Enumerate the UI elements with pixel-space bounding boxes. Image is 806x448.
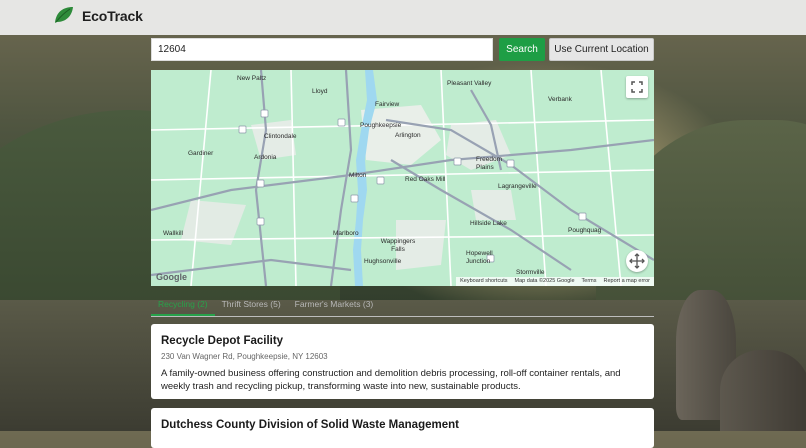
- search-button[interactable]: Search: [499, 38, 545, 61]
- map-label: Poughquag: [568, 227, 602, 234]
- result-title: Recycle Depot Facility: [161, 335, 284, 347]
- report-map-error-link[interactable]: Report a map error: [604, 277, 650, 286]
- pan-control-button[interactable]: [626, 250, 648, 272]
- google-logo: Google: [156, 272, 187, 282]
- result-card[interactable]: Dutchess County Division of Solid Waste …: [151, 408, 654, 448]
- map-label: Stormville: [516, 269, 545, 276]
- app-header: EcoTrack: [0, 0, 806, 35]
- map-attribution: Keyboard shortcuts Map data ©2025 Google…: [456, 277, 654, 286]
- leaf-icon: [55, 7, 73, 23]
- result-address: 230 Van Wagner Rd, Poughkeepsie, NY 1260…: [161, 352, 328, 361]
- map-label: Marlboro: [333, 230, 359, 237]
- map-label: Hughsonville: [364, 258, 402, 265]
- keyboard-shortcuts-link[interactable]: Keyboard shortcuts: [460, 277, 507, 286]
- map-label: Clintondale: [264, 133, 297, 140]
- fullscreen-icon: [631, 81, 643, 93]
- map-label: Ardonia: [254, 154, 277, 161]
- category-tabs: Recycling (2) Thrift Stores (5) Farmer's…: [151, 296, 654, 317]
- map-label: Freedom Plains: [476, 156, 503, 171]
- map-label: Pleasant Valley: [447, 80, 492, 87]
- map-label: Hopewell Junction: [466, 250, 493, 265]
- map-label: Arlington: [395, 132, 421, 139]
- map-label: Gardiner: [188, 150, 214, 157]
- fullscreen-button[interactable]: [626, 76, 648, 98]
- brand-name[interactable]: EcoTrack: [82, 8, 143, 24]
- map-label: Red Oaks Mill: [405, 176, 446, 183]
- map-data-text: Map data ©2025 Google: [514, 278, 575, 284]
- use-current-location-button[interactable]: Use Current Location: [549, 38, 654, 61]
- terms-link[interactable]: Terms: [582, 277, 597, 286]
- map-label: Wallkill: [163, 230, 183, 237]
- tab-recycling[interactable]: Recycling (2): [151, 296, 215, 316]
- pan-control-icon: [629, 253, 645, 269]
- tab-thrift-stores[interactable]: Thrift Stores (5): [215, 296, 288, 316]
- result-card[interactable]: Recycle Depot Facility 230 Van Wagner Rd…: [151, 324, 654, 399]
- map-label: Milton: [349, 172, 367, 179]
- map-label: Verbank: [548, 96, 572, 103]
- tab-farmers-markets[interactable]: Farmer's Markets (3): [288, 296, 381, 316]
- map-label: Lloyd: [312, 88, 328, 95]
- map-label: New Paltz: [237, 75, 267, 82]
- map-label: Fairview: [375, 101, 400, 108]
- map-label: Wappingers Falls: [380, 238, 416, 253]
- background-rock: [720, 350, 806, 431]
- map-label: Hillside Lake: [470, 220, 507, 227]
- map-label: Lagrangeville: [498, 183, 537, 190]
- map-label: Poughkeepsie: [360, 122, 402, 129]
- map-view[interactable]: Pleasant Valley New Paltz Lloyd Verbank …: [151, 70, 654, 286]
- result-description: A family-owned business offering constru…: [161, 368, 621, 392]
- search-input[interactable]: 12604: [151, 38, 493, 61]
